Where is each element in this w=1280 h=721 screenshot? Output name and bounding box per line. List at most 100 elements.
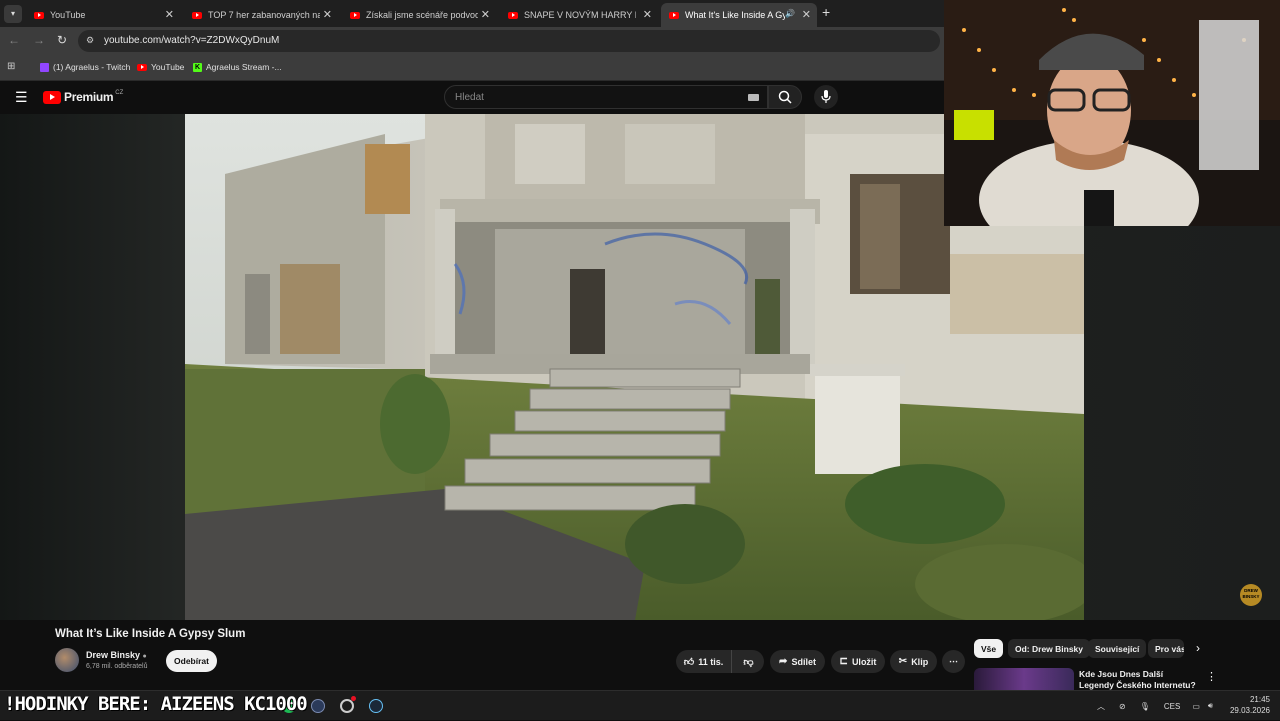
twitch-icon bbox=[40, 62, 49, 72]
bookmark-label: Agraelus Stream -... bbox=[206, 62, 282, 72]
tab-title: TOP 7 her zabanovaných na Ste bbox=[208, 10, 320, 20]
like-count: 11 tis. bbox=[698, 656, 724, 667]
search-button[interactable] bbox=[768, 85, 802, 109]
logo-text: Premium bbox=[64, 90, 114, 104]
tab-title: YouTube bbox=[50, 10, 86, 20]
microphone-icon bbox=[821, 90, 831, 103]
kebab-menu-icon[interactable]: ⋮ bbox=[1206, 670, 1217, 683]
youtube-favicon-icon bbox=[137, 63, 147, 71]
tab-search-button[interactable]: ▾ bbox=[4, 5, 22, 23]
browser-tab[interactable]: YouTube ✕ bbox=[26, 3, 180, 27]
browser-tab[interactable]: SNAPE V NOVÝM HARRY POTT ✕ bbox=[500, 3, 658, 27]
subscriber-count: 6,78 mil. odběratelů bbox=[86, 663, 148, 670]
search-placeholder: Hledat bbox=[455, 92, 484, 103]
next-video-title[interactable]: Kde Jsou Dnes Další Legendy Českého Inte… bbox=[1079, 669, 1197, 690]
close-tab-icon[interactable]: ✕ bbox=[165, 8, 174, 21]
chip-related[interactable]: Související bbox=[1088, 639, 1147, 658]
system-tray: ︿ ⊘ 🎙︎ CES ▭ 🔊︎ bbox=[1097, 691, 1223, 721]
network-icon[interactable]: ⊘ bbox=[1119, 702, 1126, 711]
clip-label: Klip bbox=[911, 656, 929, 667]
close-tab-icon[interactable]: ✕ bbox=[802, 8, 811, 21]
forward-icon[interactable]: → bbox=[33, 33, 45, 47]
chevron-up-icon[interactable]: ︿ bbox=[1097, 701, 1105, 712]
bookmark-stream[interactable]: K Agraelus Stream -... bbox=[193, 62, 282, 72]
search-input[interactable]: Hledat bbox=[444, 85, 768, 109]
channel-watermark[interactable]: DREW BINSKY bbox=[1240, 584, 1262, 606]
browser-tab[interactable]: TOP 7 her zabanovaných na Ste ✕ bbox=[184, 3, 338, 27]
save-label: Uložit bbox=[851, 656, 877, 667]
chip-all[interactable]: Vše bbox=[974, 639, 1004, 658]
share-button[interactable]: ➦ Sdílet bbox=[770, 650, 825, 673]
keyboard-icon[interactable] bbox=[748, 94, 759, 101]
chip-label: Vše bbox=[981, 643, 997, 654]
channel-name-text: Drew Binsky bbox=[86, 650, 141, 660]
youtube-favicon-icon bbox=[350, 11, 360, 19]
chip-for-you[interactable]: Pro vás bbox=[1148, 639, 1184, 658]
next-video-thumbnail[interactable] bbox=[974, 668, 1074, 690]
more-icon: ⋯ bbox=[949, 656, 958, 666]
clock-time: 21:45 bbox=[1249, 695, 1270, 704]
site-info-icon[interactable]: ⚙ bbox=[86, 35, 94, 46]
subscribe-button[interactable]: Odebírat bbox=[166, 650, 217, 672]
youtube-header: ☰ Premium CZ Hledat bbox=[0, 81, 944, 114]
watermark-text: DREW BINSKY bbox=[1242, 588, 1260, 599]
thumbs-up-icon: 👍︎ bbox=[683, 656, 695, 668]
volume-icon[interactable]: 🔊︎ bbox=[1208, 701, 1213, 711]
reload-icon[interactable]: ↻ bbox=[57, 33, 67, 47]
microphone-icon[interactable]: 🎙︎ bbox=[1140, 702, 1150, 711]
share-icon: ➦ bbox=[779, 656, 788, 667]
menu-icon[interactable]: ☰ bbox=[15, 89, 28, 106]
clock[interactable]: 21:45 29.03.2026 bbox=[1226, 694, 1270, 716]
clip-button[interactable]: ✂ Klip bbox=[890, 650, 937, 673]
more-actions-button[interactable]: ⋯ bbox=[942, 650, 965, 673]
app-icon[interactable] bbox=[311, 699, 325, 713]
youtube-logo[interactable]: Premium CZ bbox=[43, 90, 123, 104]
app-icon[interactable] bbox=[340, 699, 354, 713]
browser-tab-active[interactable]: What It's Like Inside A Gyps 🔊 ✕ bbox=[661, 3, 817, 27]
close-tab-icon[interactable]: ✕ bbox=[481, 8, 490, 21]
verified-icon: ● bbox=[142, 653, 147, 660]
audio-playing-icon[interactable]: 🔊 bbox=[785, 9, 795, 18]
browser-tab[interactable]: Získali jsme scénáře podvodník ✕ bbox=[342, 3, 496, 27]
bookmark-icon: ⊏ bbox=[839, 656, 848, 667]
youtube-favicon-icon bbox=[508, 11, 518, 19]
dislike-button[interactable]: 👎︎ bbox=[733, 650, 764, 673]
scissors-icon: ✂ bbox=[898, 656, 908, 667]
youtube-favicon-icon bbox=[192, 11, 202, 19]
apps-grid-icon[interactable]: ⊞ bbox=[7, 61, 15, 72]
language-indicator[interactable]: CES bbox=[1164, 702, 1180, 711]
chip-label: Od: Drew Binsky bbox=[1015, 643, 1084, 654]
bookmark-youtube[interactable]: YouTube bbox=[137, 62, 184, 72]
display-icon[interactable]: ▭ bbox=[1192, 702, 1200, 711]
webcam-feed bbox=[944, 0, 1280, 226]
steam-icon[interactable] bbox=[369, 699, 383, 713]
bookmark-twitch[interactable]: (1) Agraelus - Twitch bbox=[40, 62, 130, 72]
chip-label: Pro vás bbox=[1155, 643, 1184, 654]
close-tab-icon[interactable]: ✕ bbox=[323, 8, 332, 21]
youtube-logo-icon bbox=[43, 90, 61, 104]
youtube-favicon-icon bbox=[34, 11, 44, 19]
back-icon[interactable]: ← bbox=[8, 33, 20, 47]
stream-overlay-text: !HODINKY BERE: AIZEENS KC1000 bbox=[4, 693, 308, 715]
browser-toolbar: ← → ↻ ⚙ youtube.com/watch?v=Z2DWxQyDnuM bbox=[0, 27, 944, 55]
address-bar[interactable]: ⚙ youtube.com/watch?v=Z2DWxQyDnuM bbox=[78, 30, 940, 52]
channel-avatar[interactable] bbox=[55, 648, 79, 672]
close-tab-icon[interactable]: ✕ bbox=[643, 8, 652, 21]
kick-icon: K bbox=[193, 62, 202, 72]
subscribe-label: Odebírat bbox=[174, 656, 209, 666]
new-tab-button[interactable]: + bbox=[822, 4, 830, 20]
clock-date: 29.03.2026 bbox=[1229, 706, 1270, 715]
voice-search-button[interactable] bbox=[814, 85, 838, 109]
share-label: Sdílet bbox=[791, 656, 816, 667]
url-text: youtube.com/watch?v=Z2DWxQyDnuM bbox=[104, 35, 280, 46]
chevron-right-icon[interactable]: › bbox=[1196, 641, 1200, 655]
browser-tab-strip: ▾ YouTube ✕ TOP 7 her zabanovaných na St… bbox=[0, 0, 944, 27]
like-button[interactable]: 👍︎ 11 tis. bbox=[676, 650, 732, 673]
chip-label: Související bbox=[1095, 643, 1140, 654]
save-button[interactable]: ⊏ Uložit bbox=[831, 650, 885, 673]
youtube-favicon-icon bbox=[669, 11, 679, 19]
chip-from-channel[interactable]: Od: Drew Binsky bbox=[1008, 639, 1091, 658]
thumbs-down-icon: 👎︎ bbox=[743, 656, 754, 668]
tab-title: What It's Like Inside A Gyps bbox=[685, 10, 785, 20]
channel-name[interactable]: Drew Binsky ● bbox=[86, 650, 147, 660]
